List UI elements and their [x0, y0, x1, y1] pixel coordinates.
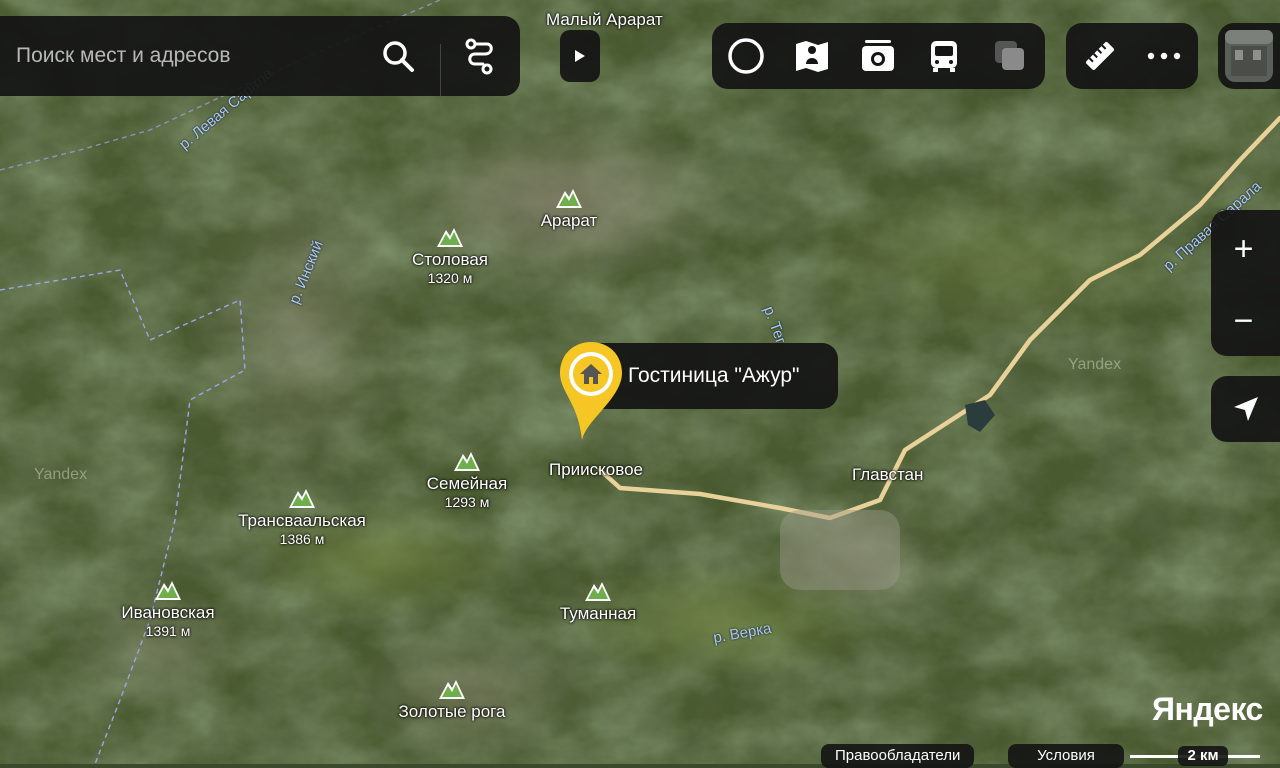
- yandex-logo: Яндекс: [1152, 691, 1263, 727]
- search-input[interactable]: Поиск мест и адресов: [16, 16, 231, 96]
- zoom-controls: + −: [1211, 210, 1280, 356]
- tools-panel: [1066, 23, 1198, 89]
- layer-button-2[interactable]: [788, 32, 836, 80]
- peak-name: Столовая: [411, 250, 489, 269]
- layer-button-4[interactable]: [920, 32, 968, 80]
- mountain-peak-icon: [556, 189, 582, 208]
- peak-elevation: 1293 м: [444, 494, 490, 510]
- layer-button-3[interactable]: [854, 32, 902, 80]
- overlay-squares-icon: [995, 41, 1024, 70]
- place-label-maly-ararat[interactable]: Малый Арарат: [546, 10, 663, 30]
- mountain-peak-icon: [155, 581, 181, 600]
- peak-name: Трансваальская: [238, 511, 366, 530]
- terms-link[interactable]: Условия: [1008, 744, 1124, 768]
- mountain-peak-icon: [585, 582, 611, 601]
- zoom-in-button[interactable]: +: [1211, 214, 1276, 284]
- circle-layer-icon: [728, 38, 764, 74]
- watermark-right: Yandex: [1068, 356, 1122, 373]
- search-button[interactable]: [372, 34, 424, 78]
- mountain-peak-icon: [289, 489, 315, 508]
- layer-button-1[interactable]: [722, 32, 770, 80]
- peak-name: Золотые рога: [398, 702, 506, 721]
- peak-marker[interactable]: Золотые рога: [362, 676, 542, 722]
- search-panel: Поиск мест и адресов: [0, 16, 520, 96]
- locate-button[interactable]: [1211, 376, 1280, 442]
- peak-name: Арарат: [540, 211, 598, 230]
- layers-panel: [712, 23, 1045, 89]
- peak-elevation: 1320 м: [427, 270, 473, 286]
- bus-icon: [931, 41, 957, 72]
- camera-icon: [862, 40, 894, 71]
- settlement-area: [780, 510, 900, 590]
- more-dots-icon: [1147, 52, 1181, 60]
- navigation-arrow-icon: [1233, 397, 1258, 421]
- zoom-out-button[interactable]: −: [1211, 286, 1276, 356]
- peak-name: Ивановская: [121, 603, 215, 622]
- peak-marker[interactable]: Туманная: [508, 578, 688, 624]
- place-label-priiskovoe[interactable]: Приисковое: [549, 460, 643, 480]
- layer-button-5[interactable]: [986, 32, 1034, 80]
- mountain-peak-icon: [437, 228, 463, 247]
- peak-name: Семейная: [426, 474, 508, 493]
- peak-elevation: 1386 м: [279, 531, 325, 547]
- search-divider: [440, 44, 441, 96]
- peak-elevation: 1391 м: [145, 623, 191, 639]
- peak-marker[interactable]: Столовая 1320 м: [360, 224, 540, 287]
- map-book-icon: [796, 41, 828, 72]
- mountain-peak-icon: [439, 680, 465, 699]
- route-button[interactable]: [454, 34, 506, 78]
- panorama-button[interactable]: [1218, 23, 1280, 89]
- more-button[interactable]: [1140, 32, 1188, 80]
- route-icon: [465, 38, 493, 75]
- mountain-peak-icon: [454, 452, 480, 471]
- play-triangle-icon: [575, 50, 585, 62]
- copyright-link[interactable]: Правообладатели: [821, 744, 975, 768]
- peak-marker[interactable]: Ивановская 1391 м: [78, 577, 258, 640]
- place-label-glavstan[interactable]: Главстан: [852, 465, 923, 485]
- peak-marker[interactable]: Трансваальская 1386 м: [212, 485, 392, 548]
- ruler-icon: [1085, 41, 1115, 71]
- watermark-left: Yandex: [34, 466, 88, 483]
- peak-name: Туманная: [559, 604, 637, 623]
- scale-label: 2 км: [1178, 746, 1228, 766]
- search-icon: [383, 41, 414, 72]
- peak-marker[interactable]: Семейная 1293 м: [377, 448, 557, 511]
- peak-marker[interactable]: Арарат: [479, 185, 659, 231]
- hotel-label[interactable]: Гостиница "Ажур": [598, 343, 838, 409]
- hotel-name[interactable]: Гостиница "Ажур": [628, 343, 800, 409]
- panorama-thumbnail-icon: [1225, 30, 1273, 82]
- collapse-panel-button[interactable]: [560, 30, 600, 82]
- map-pin-icon[interactable]: [556, 340, 626, 444]
- ruler-button[interactable]: [1076, 32, 1124, 80]
